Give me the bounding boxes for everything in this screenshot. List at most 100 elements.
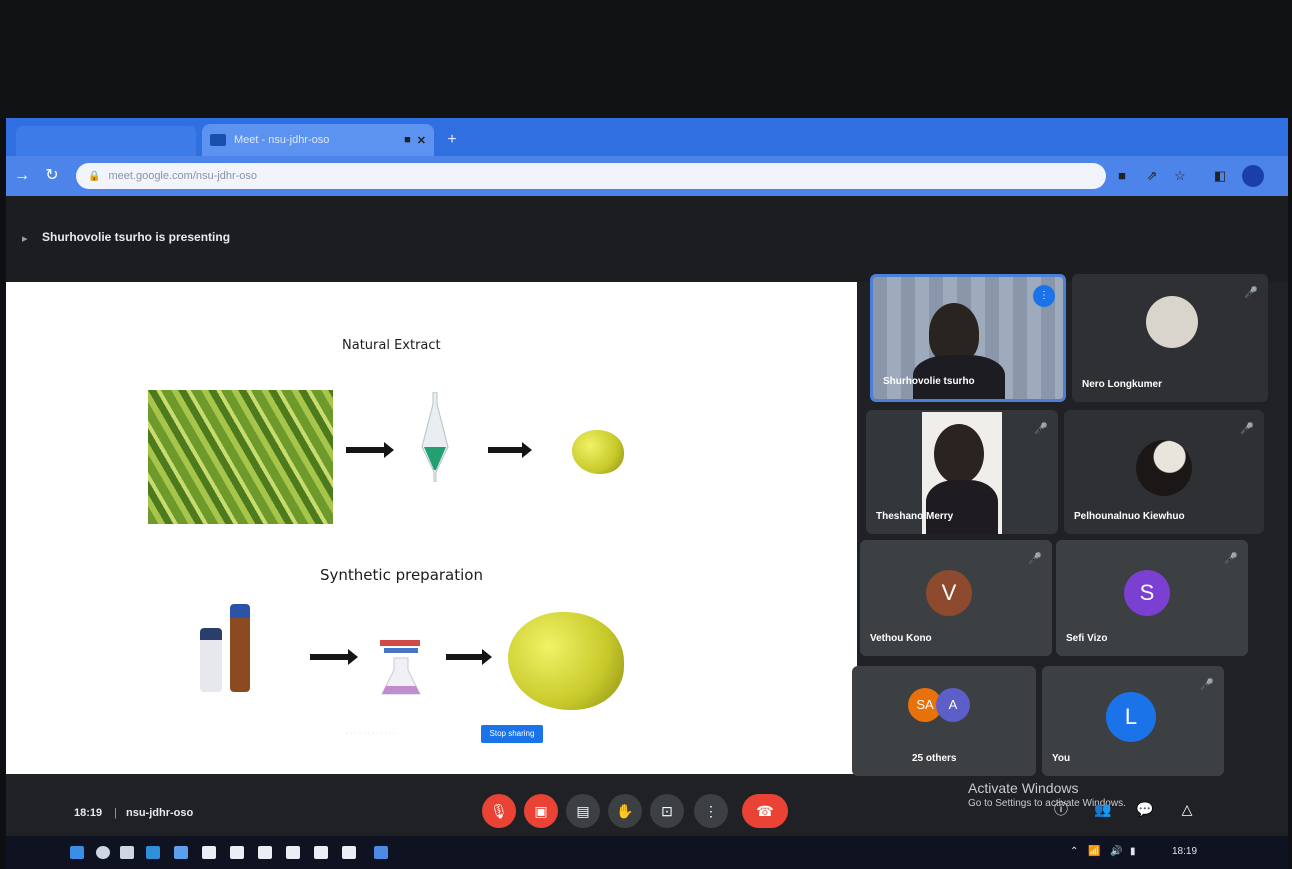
arrow-icon <box>310 649 358 665</box>
presenting-banner: ▸ Shurhovolie tsurho is presenting <box>6 196 1288 282</box>
tray-overflow-icon[interactable]: ⌃ <box>1070 846 1078 857</box>
new-tab-button[interactable]: + <box>442 130 462 150</box>
screen: Meet - nsu-jdhr-oso ■ ✕ + → ↻ 🔒 meet.goo… <box>6 118 1288 869</box>
participant-tile-others[interactable]: SA A 25 others <box>852 666 1036 776</box>
search-icon[interactable] <box>96 846 110 859</box>
forward-icon[interactable]: → <box>12 166 32 186</box>
participant-name: Vethou Kono <box>870 633 932 644</box>
person-silhouette <box>934 424 984 484</box>
extract-ball-image <box>572 430 624 474</box>
mic-off-icon: 🎤 <box>1034 423 1048 435</box>
camera-indicator-icon[interactable]: ■ <box>1112 166 1132 186</box>
taskbar-clock[interactable]: 18:19 <box>1172 846 1197 857</box>
speaking-indicator-icon: ⋮ <box>1033 285 1055 307</box>
windows-taskbar: ⌃ 📶 🔊 ▮ 18:19 <box>6 836 1288 869</box>
participant-avatar: S <box>1124 570 1170 616</box>
bottle-image <box>200 628 222 692</box>
app-icon[interactable] <box>202 846 216 859</box>
share-icon[interactable]: ⇗ <box>1142 166 1162 186</box>
volume-icon[interactable]: 🔊 <box>1110 846 1122 857</box>
monitor-bezel <box>0 0 1292 118</box>
app-icon[interactable] <box>258 846 272 859</box>
leave-call-button[interactable]: ☎ <box>742 794 788 828</box>
mic-off-icon: 🎤 <box>1200 679 1214 691</box>
participant-tile-presenter[interactable]: ⋮ Shurhovolie tsurho <box>870 274 1066 402</box>
arrow-icon <box>488 442 532 458</box>
lock-icon: 🔒 <box>88 170 101 182</box>
app-icon[interactable] <box>342 846 356 859</box>
people-icon[interactable]: 👥 <box>1092 798 1114 820</box>
participant-tile[interactable]: S 🎤 Sefi Vizo <box>1056 540 1248 656</box>
app-icon[interactable] <box>230 846 244 859</box>
address-url: meet.google.com/nsu-jdhr-oso <box>108 170 258 182</box>
network-icon[interactable]: 📶 <box>1088 846 1100 857</box>
participant-tile[interactable]: 🎤 Nero Longkumer <box>1072 274 1268 402</box>
mic-toggle-button[interactable]: 🎙 <box>482 794 516 828</box>
meeting-separator: | <box>114 807 117 819</box>
participant-name: Shurhovolie tsurho <box>883 376 975 387</box>
participant-tile[interactable]: 🎤 Theshano Merry <box>866 410 1058 534</box>
participant-tile-self[interactable]: L 🎤 You <box>1042 666 1224 776</box>
activities-icon[interactable]: △ <box>1176 798 1198 820</box>
person-silhouette <box>929 303 979 363</box>
participant-name: Theshano Merry <box>876 511 954 522</box>
tab-title: Meet - nsu-jdhr-oso <box>234 134 330 146</box>
slide-heading-natural: Natural Extract <box>342 338 441 353</box>
participant-name: 25 others <box>912 753 957 764</box>
explorer-icon[interactable] <box>174 846 188 859</box>
raise-hand-button[interactable]: ✋ <box>608 794 642 828</box>
camera-toggle-button[interactable]: ▣ <box>524 794 558 828</box>
participant-tile[interactable]: 🎤 Pelhounalnuo Kiewhuo <box>1064 410 1264 534</box>
participant-tile[interactable]: V 🎤 Vethou Kono <box>860 540 1052 656</box>
edge-icon[interactable] <box>146 846 160 859</box>
app-icon[interactable] <box>314 846 328 859</box>
reload-icon[interactable]: ↻ <box>42 166 62 186</box>
leaves-image <box>148 390 333 524</box>
participant-avatar: A <box>936 688 970 722</box>
browser-tab-inactive[interactable] <box>16 126 196 156</box>
participant-avatar: L <box>1106 692 1156 742</box>
separatory-funnel-image <box>421 392 449 482</box>
captions-button[interactable]: ▤ <box>566 794 600 828</box>
activate-windows-title: Activate Windows <box>968 780 1079 796</box>
bookmark-star-icon[interactable]: ☆ <box>1170 166 1190 186</box>
more-options-button[interactable]: ⋮ <box>694 794 728 828</box>
participant-name: Sefi Vizo <box>1066 633 1108 644</box>
slide-heading-synthetic: Synthetic preparation <box>320 566 483 584</box>
participant-name: Pelhounalnuo Kiewhuo <box>1074 511 1185 522</box>
profile-avatar[interactable] <box>1242 165 1264 187</box>
slide-caption: · · · · · · · · · · · · <box>346 730 396 737</box>
mic-off-icon: 🎤 <box>1224 553 1238 565</box>
task-view-icon[interactable] <box>120 846 134 859</box>
participant-avatar: V <box>926 570 972 616</box>
participant-avatar <box>1136 440 1192 496</box>
present-screen-button[interactable]: ⊡ <box>650 794 684 828</box>
meeting-code: nsu-jdhr-oso <box>126 807 194 819</box>
chrome-icon[interactable] <box>374 846 388 859</box>
browser-tab-bar: Meet - nsu-jdhr-oso ■ ✕ + <box>6 118 1288 156</box>
meet-window: ▸ Shurhovolie tsurho is presenting Natur… <box>6 196 1288 869</box>
info-icon[interactable]: ⓘ <box>1050 798 1072 820</box>
app-icon[interactable] <box>286 846 300 859</box>
stop-sharing-button[interactable]: Stop sharing <box>481 725 543 743</box>
start-icon[interactable] <box>70 846 84 859</box>
notification-icon[interactable]: ▮ <box>1130 846 1136 857</box>
person-shoulders <box>926 480 998 534</box>
meet-favicon-icon <box>210 134 226 146</box>
extension-icon[interactable]: ◧ <box>1210 166 1230 186</box>
bottle-image <box>230 604 250 692</box>
address-bar[interactable]: 🔒 meet.google.com/nsu-jdhr-oso <box>76 163 1106 189</box>
browser-tab-meet[interactable]: Meet - nsu-jdhr-oso ■ ✕ <box>202 124 434 156</box>
mic-off-icon: 🎤 <box>1240 423 1254 435</box>
browser-toolbar: → ↻ 🔒 meet.google.com/nsu-jdhr-oso ■ ⇗ ☆… <box>6 156 1288 196</box>
shared-slide: Natural Extract Synthetic preparation · … <box>6 282 857 774</box>
close-tab-icon[interactable]: ✕ <box>417 134 426 147</box>
chat-icon[interactable]: 💬 <box>1134 798 1156 820</box>
reaction-flask-image <box>380 640 421 695</box>
arrow-icon <box>446 649 492 665</box>
arrow-icon <box>346 442 394 458</box>
participant-name: Nero Longkumer <box>1082 379 1163 390</box>
present-indicator-icon: ▸ <box>22 233 28 245</box>
mic-off-icon: 🎤 <box>1028 553 1042 565</box>
product-ball-image <box>508 612 624 710</box>
